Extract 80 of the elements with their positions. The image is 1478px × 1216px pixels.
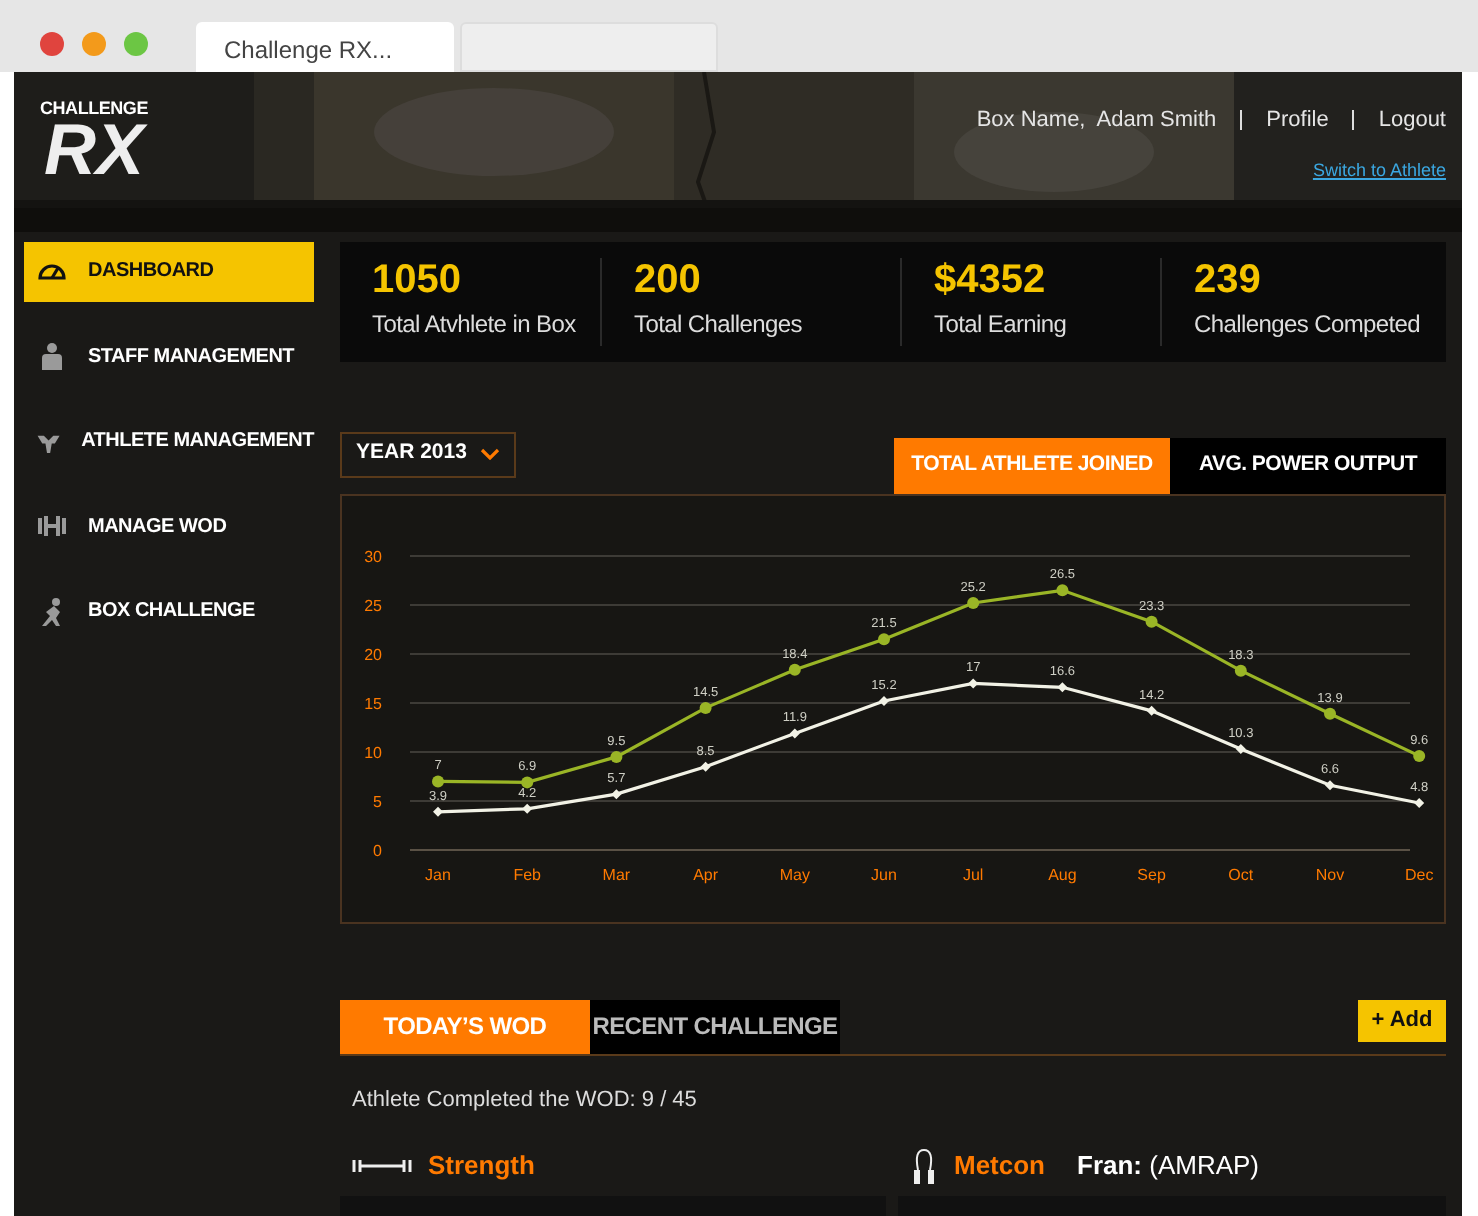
data-point bbox=[610, 749, 623, 762]
barbell-icon bbox=[352, 1158, 412, 1174]
data-point bbox=[1057, 681, 1068, 692]
stat-label: Total Earning bbox=[934, 308, 1069, 342]
minimize-icon[interactable] bbox=[82, 32, 106, 56]
data-point bbox=[1324, 706, 1336, 719]
sidebar-item[interactable]: ATHLETE MANAGEMENT bbox=[24, 411, 314, 471]
add-button[interactable]: + Add bbox=[1358, 999, 1446, 1041]
x-tick-label: May bbox=[779, 865, 810, 883]
x-tick-label: Feb bbox=[513, 865, 541, 883]
stat-value: 1050 bbox=[372, 260, 463, 300]
stat-label: Total Challenges bbox=[634, 308, 804, 342]
data-point bbox=[1414, 796, 1425, 807]
sidebar-item[interactable]: STAFF MANAGEMENT bbox=[24, 326, 314, 386]
stat-value: $4352 bbox=[934, 260, 1048, 300]
data-point bbox=[968, 677, 979, 688]
y-tick-label: 10 bbox=[364, 743, 382, 761]
user-name: Box Name, Adam Smith bbox=[976, 106, 1217, 136]
jump-rope-icon bbox=[910, 1146, 938, 1186]
logo: RX bbox=[43, 114, 144, 186]
y-tick-label: 0 bbox=[373, 841, 382, 859]
person-icon bbox=[36, 340, 68, 372]
dumbbell-icon bbox=[36, 510, 68, 542]
data-point bbox=[1325, 779, 1335, 790]
stat-value: 200 bbox=[634, 260, 703, 300]
x-tick-label: Jun bbox=[871, 865, 897, 883]
browser-tab[interactable]: Challenge RX... bbox=[196, 22, 454, 72]
x-tick-label: Mar bbox=[602, 865, 631, 883]
wod-status: Athlete Completed the WOD: 9 / 45 bbox=[352, 1085, 699, 1115]
stat-label: Challenges Competed bbox=[1194, 308, 1423, 342]
data-point bbox=[879, 695, 889, 706]
y-tick-label: 25 bbox=[364, 596, 382, 614]
x-tick-label: Nov bbox=[1315, 865, 1345, 883]
y-tick-label: 5 bbox=[373, 792, 382, 810]
header-link[interactable]: Profile bbox=[1266, 104, 1329, 137]
x-tick-label: Apr bbox=[693, 865, 719, 883]
data-point bbox=[1146, 704, 1157, 715]
year-dropdown[interactable]: YEAR 2013 bbox=[340, 431, 516, 477]
close-icon[interactable] bbox=[40, 32, 64, 56]
data-point bbox=[433, 805, 443, 816]
data-point bbox=[1234, 663, 1247, 676]
y-tick-label: 20 bbox=[364, 645, 382, 663]
maximize-icon[interactable] bbox=[124, 32, 148, 56]
sidebar-item[interactable]: DASHBOARD bbox=[24, 241, 314, 301]
caret-icon bbox=[480, 448, 500, 460]
wod-tab[interactable]: RECENT CHALLENGE bbox=[590, 999, 840, 1053]
stat-label: Total Atvhlete in Box bbox=[372, 308, 578, 342]
x-tick-label: Oct bbox=[1228, 865, 1254, 883]
data-point bbox=[878, 632, 890, 645]
x-tick-label: Jan bbox=[425, 865, 451, 883]
x-tick-label: Jul bbox=[962, 865, 984, 883]
data-point bbox=[700, 760, 711, 771]
logo-tagline: CHALLENGE bbox=[40, 100, 148, 118]
data-point bbox=[1413, 748, 1426, 761]
section-title: Metcon bbox=[954, 1148, 1045, 1185]
data-point bbox=[699, 700, 712, 713]
data-point bbox=[1145, 614, 1158, 627]
data-point bbox=[788, 662, 801, 675]
sidebar-item[interactable]: BOX CHALLENGE bbox=[24, 581, 314, 641]
header-link[interactable]: Logout bbox=[1378, 104, 1446, 137]
x-tick-label: Dec bbox=[1404, 865, 1434, 883]
data-point bbox=[1056, 583, 1069, 596]
data-point bbox=[611, 788, 622, 799]
y-tick-label: 15 bbox=[364, 694, 382, 712]
x-tick-label: Aug bbox=[1048, 865, 1077, 883]
x-tick-label: Sep bbox=[1137, 865, 1166, 883]
sidebar-item[interactable]: MANAGE WOD bbox=[24, 496, 314, 556]
browser-tab[interactable] bbox=[460, 22, 718, 72]
data-point bbox=[521, 775, 534, 788]
data-point bbox=[522, 802, 533, 813]
y-tick-label: 30 bbox=[364, 547, 382, 565]
chart-tab[interactable]: AVG. POWER OUTPUT bbox=[1170, 437, 1446, 493]
stat-value: 239 bbox=[1194, 260, 1263, 300]
workout-name: Fran: (AMRAP) bbox=[1077, 1148, 1259, 1185]
data-point bbox=[432, 774, 444, 787]
switch-link[interactable]: Switch to Athlete bbox=[1312, 157, 1446, 184]
data-point bbox=[967, 596, 980, 609]
section-title: Strength bbox=[428, 1148, 535, 1185]
data-point bbox=[789, 727, 800, 738]
data-point bbox=[1235, 743, 1246, 754]
